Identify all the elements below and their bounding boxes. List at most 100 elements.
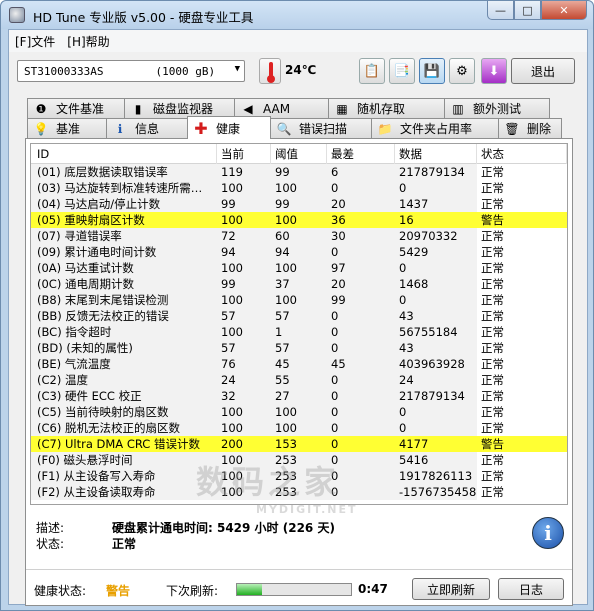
table-row[interactable]: (01) 底层数据读取错误率 119 99 6 217879134 正常 (31, 164, 567, 180)
cell-status: 正常 (481, 165, 504, 179)
table-row[interactable]: (B8) 末尾到末尾错误检测 100 100 99 0 正常 (31, 292, 567, 308)
tab-label: 磁盘监视器 (153, 102, 214, 116)
tab-folder-usage[interactable]: 📁 文件夹占用率 (371, 118, 499, 138)
tab-error-scan[interactable]: 🔍 错误扫描 (270, 118, 372, 138)
disk-monitor-icon: ▮ (134, 101, 142, 116)
cell-worst: 0 (327, 324, 395, 340)
table-row[interactable]: (C5) 当前待映射的扇区数 100 100 0 0 正常 (31, 404, 567, 420)
cell-threshold: 100 (271, 404, 327, 420)
cell-current: 100 (217, 324, 271, 340)
cell-threshold: 27 (271, 388, 327, 404)
refresh-now-button[interactable]: 立即刷新 (412, 578, 490, 600)
tab-row-bottom: 💡 基准 ℹ 信息 ✚ 健康 🔍 错误扫描 📁 文件夹占用率 🗑 删除 (27, 116, 562, 139)
menu-help[interactable]: [H]帮助 (67, 33, 109, 50)
cell-threshold: 253 (271, 452, 327, 468)
tab-aam[interactable]: ◀ AAM (234, 98, 329, 118)
cell-current: 100 (217, 260, 271, 276)
copy-text-button[interactable]: 📋 (359, 58, 385, 84)
cell-attribute: (04) 马达启动/停止计数 (31, 196, 217, 212)
cell-status: 正常 (481, 293, 504, 307)
table-row[interactable]: (09) 累计通电时间计数 94 94 0 5429 正常 (31, 244, 567, 260)
tab-label: AAM (263, 101, 291, 116)
tab-label: 删除 (527, 122, 552, 136)
cell-worst: 0 (327, 244, 395, 260)
tab-disk-monitor[interactable]: ▮ 磁盘监视器 (124, 98, 235, 118)
cell-attribute: (0A) 马达重试计数 (31, 260, 217, 276)
cell-current: 57 (217, 308, 271, 324)
table-row[interactable]: (BC) 指令超时 100 1 0 56755184 正常 (31, 324, 567, 340)
table-row[interactable]: (C2) 温度 24 55 0 24 正常 (31, 372, 567, 388)
temperature-readout: 24℃ (285, 63, 317, 77)
file-benchmark-icon: ❶ (35, 101, 47, 116)
cell-status: 正常 (481, 485, 504, 499)
tab-info[interactable]: ℹ 信息 (106, 118, 188, 138)
tab-random-access[interactable]: ▦ 随机存取 (328, 98, 445, 118)
cell-data: 0 (395, 292, 477, 308)
copy-screen-button[interactable]: 📑 (389, 58, 415, 84)
menu-file[interactable]: [F]文件 (15, 33, 55, 50)
table-row[interactable]: (0C) 通电周期计数 99 37 20 1468 正常 (31, 276, 567, 292)
table-row[interactable]: (0A) 马达重试计数 100 100 97 0 正常 (31, 260, 567, 276)
tab-label: 健康 (216, 121, 241, 136)
table-row[interactable]: (07) 寻道错误率 72 60 30 20970332 正常 (31, 228, 567, 244)
cell-attribute: (07) 寻道错误率 (31, 228, 217, 244)
cell-current: 57 (217, 340, 271, 356)
title-bar[interactable]: HD Tune 专业版 v5.00 - 硬盘专业工具 — □ ✕ (1, 1, 593, 29)
download-button[interactable]: ⬇ (481, 58, 507, 84)
refresh-progress (236, 583, 352, 596)
erase-icon: 🗑 (504, 121, 520, 136)
header-worst[interactable]: 最差 (327, 144, 395, 164)
description-label: 描述: (36, 521, 65, 535)
cell-worst: 0 (327, 308, 395, 324)
copy-text-icon: 📋 (363, 63, 381, 79)
options-button[interactable]: ⚙ (449, 58, 475, 84)
tab-file-benchmark[interactable]: ❶ 文件基准 (27, 98, 125, 118)
cell-worst: 0 (327, 372, 395, 388)
log-button[interactable]: 日志 (498, 578, 564, 600)
table-row[interactable]: (05) 重映射扇区计数 100 100 36 16 警告 (31, 212, 567, 228)
cell-status: 正常 (481, 325, 504, 339)
close-button[interactable]: ✕ (541, 1, 587, 20)
cell-attribute: (BE) 气流温度 (31, 356, 217, 372)
save-button[interactable]: 💾 (419, 58, 445, 84)
cell-status: 正常 (481, 341, 504, 355)
description-value: 硬盘累计通电时间: 5429 小时 (226 天) (112, 521, 335, 535)
cell-current: 94 (217, 244, 271, 260)
table-row[interactable]: (BB) 反馈无法校正的错误 57 57 0 43 正常 (31, 308, 567, 324)
chevron-down-icon: ▼ (234, 64, 240, 74)
cell-threshold: 55 (271, 372, 327, 388)
cell-worst: 0 (327, 180, 395, 196)
cell-data: 0 (395, 180, 477, 196)
header-data[interactable]: 数据 (395, 144, 477, 164)
cell-data: 43 (395, 308, 477, 324)
minimize-button[interactable]: — (487, 1, 514, 20)
table-row[interactable]: (C3) 硬件 ECC 校正 32 27 0 217879134 正常 (31, 388, 567, 404)
header-current[interactable]: 当前 (217, 144, 271, 164)
drive-select[interactable]: ST31000333AS (1000 gB) ▼ (17, 60, 245, 82)
header-id[interactable]: ID (31, 144, 217, 164)
tab-erase[interactable]: 🗑 删除 (498, 118, 562, 138)
tab-benchmark[interactable]: 💡 基准 (27, 118, 107, 138)
table-row[interactable]: (C6) 脱机无法校正的扇区数 100 100 0 0 正常 (31, 420, 567, 436)
next-refresh-label: 下次刷新: (166, 584, 219, 598)
table-row[interactable]: (03) 马达旋转到标准转速所需… 100 100 0 0 正常 (31, 180, 567, 196)
table-row[interactable]: (C7) Ultra DMA CRC 错误计数 200 153 0 4177 警告 (31, 436, 567, 452)
tab-health[interactable]: ✚ 健康 (187, 116, 271, 139)
table-row[interactable]: (BD) (未知的属性) 57 57 0 43 正常 (31, 340, 567, 356)
header-threshold[interactable]: 阈值 (271, 144, 327, 164)
header-status[interactable]: 状态 (477, 144, 567, 164)
cell-attribute: (F1) 从主设备写入寿命 (31, 468, 217, 484)
cell-threshold: 60 (271, 228, 327, 244)
exit-button[interactable]: 退出 (511, 58, 575, 84)
tab-extra-tests[interactable]: ▥ 额外测试 (444, 98, 550, 118)
table-row[interactable]: (F0) 磁头悬浮时间 100 253 0 5416 正常 (31, 452, 567, 468)
table-row[interactable]: (F1) 从主设备写入寿命 100 253 0 1917826113 正常 (31, 468, 567, 484)
table-row[interactable]: (BE) 气流温度 76 45 45 403963928 正常 (31, 356, 567, 372)
status-bar: 健康状态: 警告 下次刷新: 0:47 立即刷新 日志 (26, 569, 572, 605)
cell-data: 1437 (395, 196, 477, 212)
table-row[interactable]: (04) 马达启动/停止计数 99 99 20 1437 正常 (31, 196, 567, 212)
cell-attribute: (C5) 当前待映射的扇区数 (31, 404, 217, 420)
table-row[interactable]: (F2) 从主设备读取寿命 100 253 0 -1576735458 正常 (31, 484, 567, 500)
cell-threshold: 45 (271, 356, 327, 372)
maximize-button[interactable]: □ (514, 1, 541, 20)
